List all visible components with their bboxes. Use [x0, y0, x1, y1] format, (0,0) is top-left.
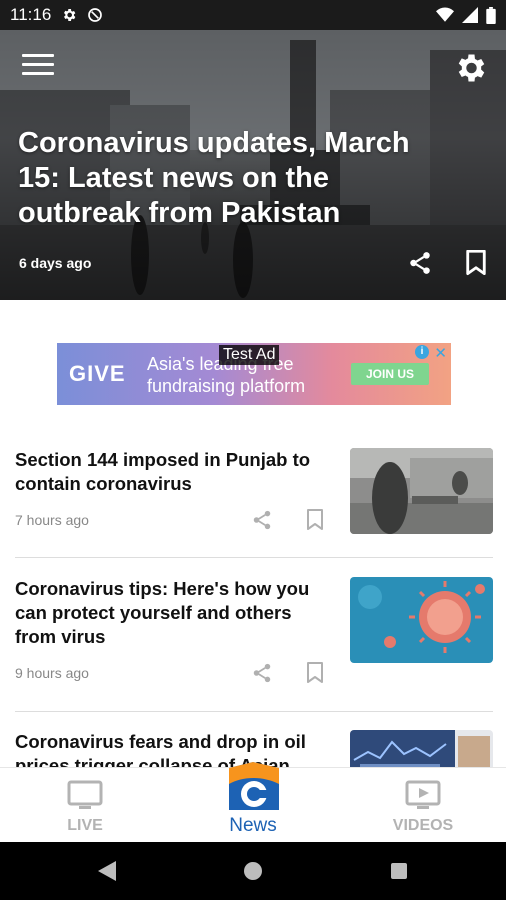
video-play-icon — [382, 780, 464, 815]
nav-live[interactable]: LIVE — [50, 768, 120, 843]
battery-icon — [486, 6, 496, 24]
share-icon[interactable] — [251, 662, 273, 684]
hamburger-menu-icon[interactable] — [22, 54, 54, 82]
list-item[interactable]: Section 144 imposed in Punjab to contain… — [15, 448, 493, 538]
ad-cta-button[interactable]: JOIN US — [351, 363, 429, 385]
share-icon[interactable] — [407, 250, 433, 276]
bookmark-icon[interactable] — [306, 509, 324, 531]
ad-info-icon[interactable]: i — [415, 345, 429, 359]
list-item[interactable]: Coronavirus tips: Here's how you can pro… — [15, 577, 493, 687]
article-title[interactable]: Coronavirus tips: Here's how you can pro… — [15, 577, 330, 649]
hero-article[interactable]: Coronavirus updates, March 15: Latest ne… — [0, 30, 506, 300]
signal-icon — [462, 7, 478, 23]
article-title[interactable]: Section 144 imposed in Punjab to contain… — [15, 448, 330, 496]
article-thumbnail[interactable] — [350, 577, 493, 663]
nav-videos[interactable]: VIDEOS — [382, 768, 464, 843]
nav-videos-label: VIDEOS — [392, 817, 454, 834]
news-logo-icon — [220, 762, 286, 821]
gear-icon[interactable] — [452, 50, 488, 86]
settings-status-icon — [61, 7, 77, 23]
data-saver-icon — [87, 7, 103, 23]
test-ad-label: Test Ad — [219, 345, 280, 365]
status-bar: 11:16 — [0, 0, 506, 30]
divider — [15, 557, 493, 558]
article-timestamp: 9 hours ago — [15, 665, 89, 681]
status-time: 11:16 — [10, 5, 52, 24]
home-icon[interactable] — [243, 861, 263, 886]
nav-live-label: LIVE — [67, 817, 103, 834]
ad-close-icon[interactable]: ✕ — [434, 344, 447, 362]
share-icon[interactable] — [251, 509, 273, 531]
back-icon[interactable] — [96, 859, 118, 888]
divider — [15, 711, 493, 712]
nav-news[interactable]: News — [220, 762, 286, 837]
bottom-navigation: LIVE News VIDEOS — [0, 762, 506, 843]
article-thumbnail[interactable] — [350, 730, 493, 767]
article-timestamp: 7 hours ago — [15, 512, 89, 528]
bookmark-icon[interactable] — [465, 249, 487, 276]
ad-brand: GIVE — [69, 361, 126, 386]
recents-icon[interactable] — [390, 862, 408, 885]
bookmark-icon[interactable] — [306, 662, 324, 684]
hero-title[interactable]: Coronavirus updates, March 15: Latest ne… — [18, 126, 458, 231]
system-navigation-bar — [0, 842, 506, 900]
hero-timestamp: 6 days ago — [19, 255, 92, 271]
article-thumbnail[interactable] — [350, 448, 493, 534]
nav-news-label: News — [229, 815, 277, 836]
tv-icon — [50, 780, 120, 815]
wifi-icon — [436, 7, 454, 23]
